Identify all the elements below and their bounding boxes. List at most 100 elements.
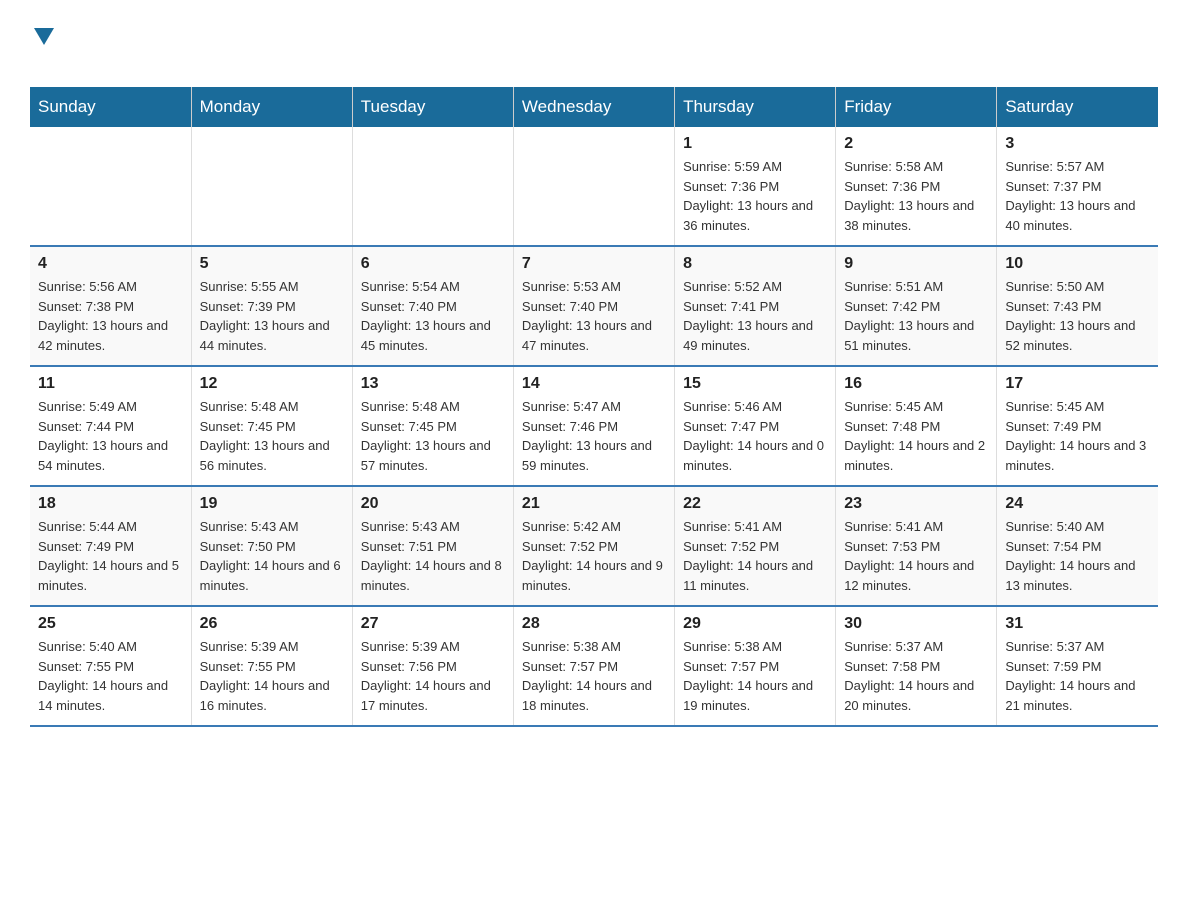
calendar-cell: 19 Sunrise: 5:43 AM Sunset: 7:50 PM Dayli…: [191, 486, 352, 606]
logo-row2: [34, 45, 36, 77]
calendar-week-4: 18 Sunrise: 5:44 AM Sunset: 7:49 PM Dayli…: [30, 486, 1158, 606]
day-info: Sunrise: 5:39 AM Sunset: 7:56 PM Dayligh…: [361, 637, 505, 715]
day-number: 28: [522, 615, 666, 633]
calendar-cell: 28 Sunrise: 5:38 AM Sunset: 7:57 PM Dayli…: [513, 606, 674, 726]
day-info: Sunrise: 5:45 AM Sunset: 7:49 PM Dayligh…: [1005, 397, 1150, 475]
calendar-cell: 23 Sunrise: 5:41 AM Sunset: 7:53 PM Dayli…: [836, 486, 997, 606]
weekday-header-tuesday: Tuesday: [352, 87, 513, 127]
day-info: Sunrise: 5:40 AM Sunset: 7:54 PM Dayligh…: [1005, 517, 1150, 595]
day-number: 20: [361, 495, 505, 513]
calendar-cell: 7 Sunrise: 5:53 AM Sunset: 7:40 PM Daylig…: [513, 246, 674, 366]
day-info: Sunrise: 5:51 AM Sunset: 7:42 PM Dayligh…: [844, 277, 988, 355]
calendar-cell: 13 Sunrise: 5:48 AM Sunset: 7:45 PM Dayli…: [352, 366, 513, 486]
day-info: Sunrise: 5:37 AM Sunset: 7:58 PM Dayligh…: [844, 637, 988, 715]
day-number: 2: [844, 135, 988, 153]
day-info: Sunrise: 5:38 AM Sunset: 7:57 PM Dayligh…: [683, 637, 827, 715]
logo-row1: [30, 20, 54, 45]
calendar-cell: 6Sunrise: 5:54 AM Sunset: 7:40 PM Daylig…: [352, 246, 513, 366]
calendar-cell: 16 Sunrise: 5:45 AM Sunset: 7:48 PM Dayli…: [836, 366, 997, 486]
calendar-cell: [191, 127, 352, 246]
calendar-cell: 11Sunrise: 5:49 AM Sunset: 7:44 PM Dayli…: [30, 366, 191, 486]
calendar-table: SundayMondayTuesdayWednesdayThursdayFrid…: [30, 87, 1158, 727]
calendar-cell: [352, 127, 513, 246]
calendar-cell: [30, 127, 191, 246]
calendar-cell: 26 Sunrise: 5:39 AM Sunset: 7:55 PM Dayli…: [191, 606, 352, 726]
calendar-body: 1Sunrise: 5:59 AM Sunset: 7:36 PM Daylig…: [30, 127, 1158, 726]
logo-inner: [30, 20, 54, 77]
day-info: Sunrise: 5:40 AM Sunset: 7:55 PM Dayligh…: [38, 637, 183, 715]
calendar-cell: 31Sunrise: 5:37 AM Sunset: 7:59 PM Dayli…: [997, 606, 1158, 726]
calendar-cell: 22Sunrise: 5:41 AM Sunset: 7:52 PM Dayli…: [675, 486, 836, 606]
day-number: 21: [522, 495, 666, 513]
calendar-header: SundayMondayTuesdayWednesdayThursdayFrid…: [30, 87, 1158, 127]
calendar-cell: 14Sunrise: 5:47 AM Sunset: 7:46 PM Dayli…: [513, 366, 674, 486]
calendar-cell: 29Sunrise: 5:38 AM Sunset: 7:57 PM Dayli…: [675, 606, 836, 726]
calendar-cell: 2 Sunrise: 5:58 AM Sunset: 7:36 PM Daylig…: [836, 127, 997, 246]
day-info: Sunrise: 5:47 AM Sunset: 7:46 PM Dayligh…: [522, 397, 666, 475]
day-info: Sunrise: 5:57 AM Sunset: 7:37 PM Dayligh…: [1005, 157, 1150, 235]
weekday-row: SundayMondayTuesdayWednesdayThursdayFrid…: [30, 87, 1158, 127]
day-number: 4: [38, 255, 183, 273]
day-info: Sunrise: 5:45 AM Sunset: 7:48 PM Dayligh…: [844, 397, 988, 475]
day-info: Sunrise: 5:38 AM Sunset: 7:57 PM Dayligh…: [522, 637, 666, 715]
day-number: 9: [844, 255, 988, 273]
calendar-week-2: 4 Sunrise: 5:56 AM Sunset: 7:38 PM Daylig…: [30, 246, 1158, 366]
day-info: Sunrise: 5:46 AM Sunset: 7:47 PM Dayligh…: [683, 397, 827, 475]
calendar-cell: 12 Sunrise: 5:48 AM Sunset: 7:45 PM Dayli…: [191, 366, 352, 486]
weekday-header-monday: Monday: [191, 87, 352, 127]
day-info: Sunrise: 5:39 AM Sunset: 7:55 PM Dayligh…: [200, 637, 344, 715]
weekday-header-saturday: Saturday: [997, 87, 1158, 127]
day-number: 1: [683, 135, 827, 153]
calendar-cell: 1Sunrise: 5:59 AM Sunset: 7:36 PM Daylig…: [675, 127, 836, 246]
day-number: 18: [38, 495, 183, 513]
day-number: 3: [1005, 135, 1150, 153]
logo: [30, 20, 54, 77]
day-number: 26: [200, 615, 344, 633]
calendar-cell: 20 Sunrise: 5:43 AM Sunset: 7:51 PM Dayli…: [352, 486, 513, 606]
day-info: Sunrise: 5:44 AM Sunset: 7:49 PM Dayligh…: [38, 517, 183, 595]
weekday-header-friday: Friday: [836, 87, 997, 127]
calendar-cell: 10 Sunrise: 5:50 AM Sunset: 7:43 PM Dayli…: [997, 246, 1158, 366]
calendar-cell: 17 Sunrise: 5:45 AM Sunset: 7:49 PM Dayli…: [997, 366, 1158, 486]
calendar-cell: 30 Sunrise: 5:37 AM Sunset: 7:58 PM Dayli…: [836, 606, 997, 726]
day-info: Sunrise: 5:54 AM Sunset: 7:40 PM Dayligh…: [361, 277, 505, 355]
weekday-header-thursday: Thursday: [675, 87, 836, 127]
day-number: 25: [38, 615, 183, 633]
day-number: 30: [844, 615, 988, 633]
calendar-week-1: 1Sunrise: 5:59 AM Sunset: 7:36 PM Daylig…: [30, 127, 1158, 246]
calendar-week-3: 11Sunrise: 5:49 AM Sunset: 7:44 PM Dayli…: [30, 366, 1158, 486]
day-info: Sunrise: 5:41 AM Sunset: 7:52 PM Dayligh…: [683, 517, 827, 595]
day-number: 13: [361, 375, 505, 393]
calendar-week-5: 25 Sunrise: 5:40 AM Sunset: 7:55 PM Dayli…: [30, 606, 1158, 726]
day-info: Sunrise: 5:55 AM Sunset: 7:39 PM Dayligh…: [200, 277, 344, 355]
day-info: Sunrise: 5:48 AM Sunset: 7:45 PM Dayligh…: [361, 397, 505, 475]
day-number: 10: [1005, 255, 1150, 273]
day-number: 11: [38, 375, 183, 393]
day-number: 15: [683, 375, 827, 393]
day-info: Sunrise: 5:43 AM Sunset: 7:51 PM Dayligh…: [361, 517, 505, 595]
day-number: 16: [844, 375, 988, 393]
calendar-cell: 21 Sunrise: 5:42 AM Sunset: 7:52 PM Dayli…: [513, 486, 674, 606]
day-number: 17: [1005, 375, 1150, 393]
page-header: [30, 20, 1158, 77]
calendar-cell: 4 Sunrise: 5:56 AM Sunset: 7:38 PM Daylig…: [30, 246, 191, 366]
calendar-cell: 5Sunrise: 5:55 AM Sunset: 7:39 PM Daylig…: [191, 246, 352, 366]
day-number: 24: [1005, 495, 1150, 513]
day-number: 19: [200, 495, 344, 513]
day-number: 12: [200, 375, 344, 393]
day-info: Sunrise: 5:58 AM Sunset: 7:36 PM Dayligh…: [844, 157, 988, 235]
calendar-cell: 25 Sunrise: 5:40 AM Sunset: 7:55 PM Dayli…: [30, 606, 191, 726]
day-number: 23: [844, 495, 988, 513]
day-info: Sunrise: 5:53 AM Sunset: 7:40 PM Dayligh…: [522, 277, 666, 355]
day-info: Sunrise: 5:43 AM Sunset: 7:50 PM Dayligh…: [200, 517, 344, 595]
calendar-cell: 3 Sunrise: 5:57 AM Sunset: 7:37 PM Daylig…: [997, 127, 1158, 246]
day-number: 7: [522, 255, 666, 273]
day-info: Sunrise: 5:41 AM Sunset: 7:53 PM Dayligh…: [844, 517, 988, 595]
calendar-cell: 18 Sunrise: 5:44 AM Sunset: 7:49 PM Dayli…: [30, 486, 191, 606]
day-number: 8: [683, 255, 827, 273]
day-info: Sunrise: 5:48 AM Sunset: 7:45 PM Dayligh…: [200, 397, 344, 475]
day-info: Sunrise: 5:50 AM Sunset: 7:43 PM Dayligh…: [1005, 277, 1150, 355]
day-info: Sunrise: 5:42 AM Sunset: 7:52 PM Dayligh…: [522, 517, 666, 595]
day-info: Sunrise: 5:56 AM Sunset: 7:38 PM Dayligh…: [38, 277, 183, 355]
weekday-header-wednesday: Wednesday: [513, 87, 674, 127]
